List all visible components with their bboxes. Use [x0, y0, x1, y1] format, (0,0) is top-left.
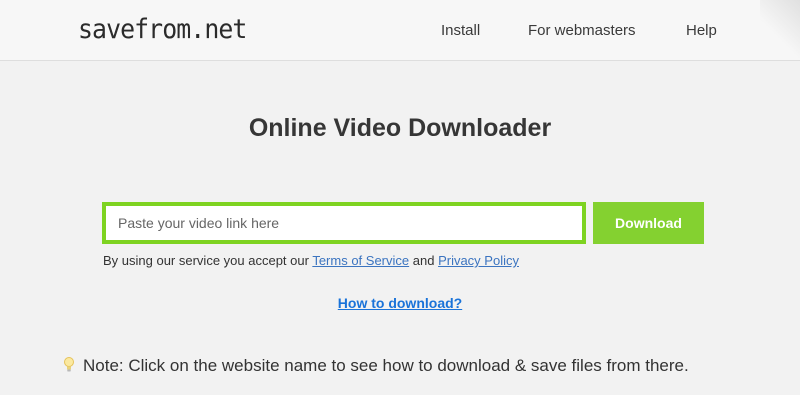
privacy-policy-link[interactable]: Privacy Policy: [438, 253, 519, 268]
note-text: Note: Click on the website name to see h…: [83, 356, 689, 375]
nav-help[interactable]: Help: [686, 22, 717, 39]
terms-and: and: [409, 253, 439, 268]
site-logo[interactable]: savefrom.net: [78, 14, 247, 45]
nav-for-webmasters[interactable]: For webmasters: [528, 22, 636, 39]
terms-notice: By using our service you accept our Term…: [103, 253, 519, 268]
video-url-input[interactable]: [102, 202, 586, 244]
header: savefrom.net Install For webmasters Help: [0, 0, 800, 61]
how-to-download-link[interactable]: How to download?: [338, 295, 462, 311]
terms-prefix: By using our service you accept our: [103, 253, 313, 268]
download-button[interactable]: Download: [593, 202, 704, 244]
terms-of-service-link[interactable]: Terms of Service: [312, 253, 409, 268]
lightbulb-icon: [64, 357, 74, 373]
how-to-download: How to download?: [0, 295, 800, 311]
corner-shadow: [760, 0, 800, 60]
page-title: Online Video Downloader: [248, 114, 552, 142]
nav-install[interactable]: Install: [441, 22, 480, 39]
page: savefrom.net Install For webmasters Help…: [0, 0, 800, 395]
note: Note: Click on the website name to see h…: [64, 356, 689, 376]
